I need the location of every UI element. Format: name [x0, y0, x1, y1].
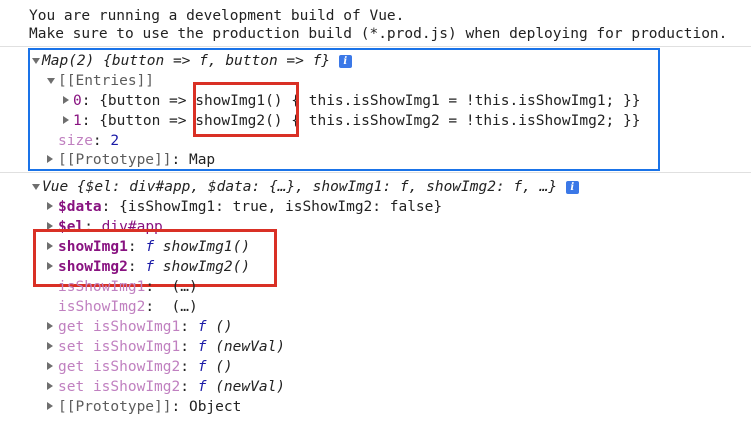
entry-0[interactable]: 0: {button => showImg1() { this.isShowIm… [73, 92, 640, 110]
vue-set-isShowImg2[interactable]: set isShowImg2: f (newVal) [58, 378, 285, 396]
separator [0, 172, 751, 173]
vue-isShowImg2[interactable]: isShowImg2: (…) [58, 298, 198, 316]
warning-line-1: You are running a development build of V… [29, 8, 405, 24]
expand-data-icon[interactable] [47, 202, 53, 210]
warning-line-2: Make sure to use the production build (*… [29, 26, 728, 42]
entries-fn-highlight [193, 82, 299, 137]
entry-1[interactable]: 1: {button => showImg2() { this.isShowIm… [73, 112, 640, 130]
expand-vue-icon[interactable] [32, 184, 40, 190]
expand-entry0-icon[interactable] [63, 96, 69, 104]
expand-entry1-icon[interactable] [63, 116, 69, 124]
vue-data[interactable]: $data: {isShowImg1: true, isShowImg2: fa… [58, 198, 442, 216]
expand-entries-icon[interactable] [47, 78, 55, 84]
info-icon[interactable]: i [565, 181, 579, 194]
vue-prototype[interactable]: [[Prototype]]: Object [58, 398, 241, 416]
vue-isShowImg1[interactable]: isShowImg1: (…) [58, 278, 198, 296]
map-summary[interactable]: Map(2) {button => f, button => f} i [42, 52, 352, 70]
vue-set-isShowImg1[interactable]: set isShowImg1: f (newVal) [58, 338, 285, 356]
vue-summary[interactable]: Vue {$el: div#app, $data: {…}, showImg1:… [42, 178, 579, 196]
expand-map-prototype-icon[interactable] [47, 155, 53, 163]
entries-label[interactable]: [[Entries]] [58, 72, 154, 90]
expand-vue-prototype-icon[interactable] [47, 402, 53, 410]
info-icon[interactable]: i [338, 55, 352, 68]
expand-get2-icon[interactable] [47, 362, 53, 370]
vue-get-isShowImg1[interactable]: get isShowImg1: f () [58, 318, 233, 336]
expand-set1-icon[interactable] [47, 342, 53, 350]
vue-get-isShowImg2[interactable]: get isShowImg2: f () [58, 358, 233, 376]
map-prototype[interactable]: [[Prototype]]: Map [58, 151, 215, 169]
expand-map-icon[interactable] [32, 58, 40, 64]
expand-set2-icon[interactable] [47, 382, 53, 390]
separator [0, 46, 751, 47]
expand-get1-icon[interactable] [47, 322, 53, 330]
map-size: size: 2 [58, 133, 120, 149]
